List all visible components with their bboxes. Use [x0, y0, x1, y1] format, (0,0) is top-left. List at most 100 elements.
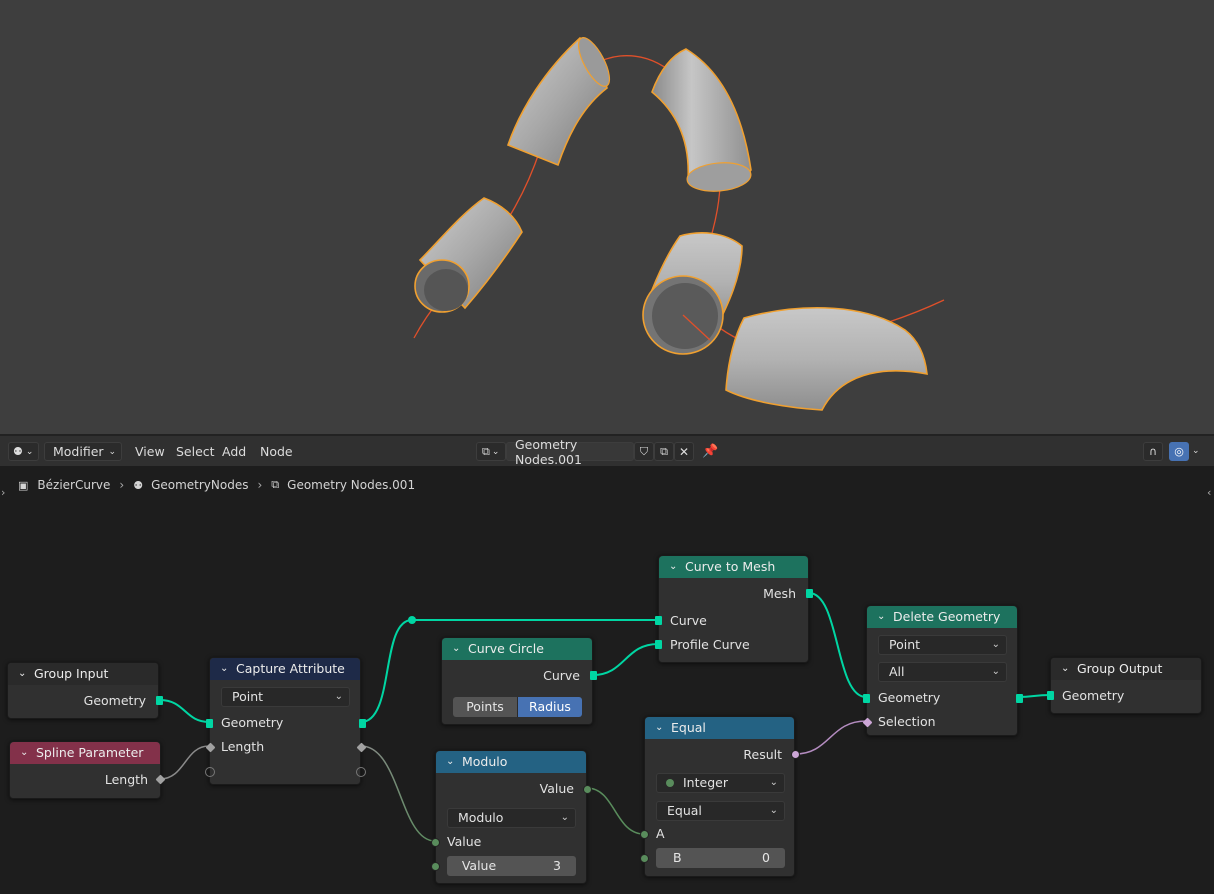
input-b-socket[interactable] [640, 854, 649, 863]
collapse-chevron-icon[interactable]: ⌄ [220, 658, 229, 680]
node-header[interactable]: ⌄ Curve Circle [442, 638, 592, 660]
node-links [159, 592, 1051, 842]
unlink-tree-button[interactable]: ✕ [674, 442, 694, 461]
collapse-chevron-icon[interactable]: ⌄ [655, 717, 664, 739]
length-label: Length [221, 739, 265, 754]
node-group-output[interactable]: ⌄ Group Output Geometry [1047, 657, 1202, 714]
menu-select[interactable]: Select [176, 442, 215, 461]
node-capture-attribute[interactable]: ⌄ Capture Attribute Point ⌄ Geometry Len… [205, 657, 367, 785]
output-geometry-socket[interactable] [1016, 694, 1023, 703]
mode-toggle[interactable]: Points Radius [453, 697, 582, 717]
link-circle-profile [592, 643, 659, 676]
node-header[interactable]: ⌄ Group Input [8, 663, 158, 685]
pin-icon[interactable]: 📌 [702, 442, 718, 461]
output-result-socket[interactable] [791, 750, 800, 759]
geometry-label: Geometry [221, 715, 284, 730]
output-mesh-socket[interactable] [806, 589, 813, 598]
divisor-value-field[interactable]: Value 3 [447, 856, 576, 876]
mode-points-button[interactable]: Points [453, 697, 518, 717]
collapse-chevron-icon[interactable]: ⌄ [446, 751, 455, 773]
input-a-socket[interactable] [640, 830, 649, 839]
snap-toggle[interactable]: ∩ [1143, 442, 1163, 461]
node-group-input[interactable]: ⌄ Group Input Geometry [7, 662, 163, 719]
input-profile-curve-socket[interactable] [655, 640, 662, 649]
node-title: Curve to Mesh [685, 559, 776, 574]
node-curve-to-mesh[interactable]: ⌄ Curve to Mesh Mesh Curve Profile Curve [655, 555, 813, 663]
operation-value: Modulo [458, 810, 504, 825]
comparison-operation-select[interactable]: Equal ⌄ [656, 801, 785, 821]
input-profile-curve-label: Profile Curve [670, 637, 750, 652]
node-spline-parameter[interactable]: ⌄ Spline Parameter Length [9, 741, 166, 799]
3d-viewport[interactable] [0, 0, 1214, 436]
node-tree-name-field[interactable]: Geometry Nodes.001 [506, 437, 634, 467]
node-header[interactable]: ⌄ Group Output [1051, 658, 1201, 680]
input-divisor-socket[interactable] [431, 862, 440, 871]
mode-radius-button[interactable]: Radius [518, 697, 582, 717]
node-header[interactable]: ⌄ Delete Geometry [867, 606, 1017, 628]
collapse-chevron-icon[interactable]: ⌄ [20, 742, 29, 764]
node-header[interactable]: ⌄ Spline Parameter [10, 742, 160, 764]
overlay-dropdown-chevron-icon[interactable]: ⌄ [1192, 442, 1200, 461]
node-header[interactable]: ⌄ Curve to Mesh [659, 556, 808, 578]
chevron-down-icon: ⌄ [491, 446, 500, 457]
operation-select[interactable]: Modulo ⌄ [447, 808, 576, 828]
output-geometry-socket[interactable] [359, 719, 366, 728]
b-value-field[interactable]: B 0 [656, 848, 785, 868]
fake-user-button[interactable]: ⛉ [634, 442, 654, 461]
node-equal[interactable]: ⌄ Equal Result Integer ⌄ Equal ⌄ A B 0 [640, 716, 800, 877]
tube-segment-5 [725, 307, 928, 411]
collapse-chevron-icon[interactable]: ⌄ [1061, 658, 1070, 680]
data-type-value: Integer [683, 775, 728, 790]
domain-select[interactable]: Point ⌄ [878, 635, 1007, 655]
duplicate-tree-button[interactable]: ⧉ [654, 442, 674, 461]
input-curve-socket[interactable] [655, 616, 662, 625]
data-type-select[interactable]: Integer ⌄ [656, 773, 785, 793]
collapse-chevron-icon[interactable]: ⌄ [669, 556, 678, 578]
input-value-socket[interactable] [431, 838, 440, 847]
integer-type-icon [666, 779, 674, 787]
output-geometry-socket[interactable] [156, 696, 163, 705]
node-editor-canvas[interactable]: ▣ BézierCurve › ⚉ GeometryNodes › ⧉ Geom… [0, 466, 1214, 894]
delete-mode-select[interactable]: All ⌄ [878, 662, 1007, 682]
link-geometry-capture [159, 699, 210, 723]
chevron-down-icon: ⌄ [334, 691, 343, 702]
input-geometry-label: Geometry [1062, 688, 1125, 703]
link-modulo-equal [586, 787, 645, 835]
collapse-chevron-icon[interactable]: ⌄ [452, 638, 461, 660]
menu-node[interactable]: Node [260, 442, 293, 461]
input-curve-label: Curve [670, 613, 707, 628]
input-geometry-socket[interactable] [1047, 691, 1054, 700]
collapse-chevron-icon[interactable]: ⌄ [18, 663, 27, 685]
chevron-down-icon: ⌄ [769, 805, 778, 816]
chevron-down-icon: ⌄ [991, 639, 1000, 650]
editor-mode-select[interactable]: Modifier ⌄ [44, 442, 122, 461]
menu-view[interactable]: View [135, 442, 165, 461]
output-value-socket[interactable] [583, 785, 592, 794]
output-length-label: Length [104, 772, 148, 787]
node-header[interactable]: ⌄ Modulo [436, 751, 586, 773]
overlay-toggle[interactable]: ◎ [1169, 442, 1189, 461]
input-empty-socket[interactable] [205, 767, 215, 777]
output-geometry-label: Geometry [83, 693, 146, 708]
node-header[interactable]: ⌄ Equal [645, 717, 794, 739]
input-geometry-socket[interactable] [206, 719, 213, 728]
domain-select[interactable]: Point ⌄ [221, 687, 350, 707]
node-modulo[interactable]: ⌄ Modulo Value Modulo ⌄ Value Value 3 [431, 750, 592, 884]
input-selection-label: Selection [878, 714, 936, 729]
chevron-down-icon: ⌄ [25, 446, 34, 457]
node-curve-circle[interactable]: ⌄ Curve Circle Curve Points Radius [441, 637, 597, 725]
mode-value: All [889, 664, 905, 679]
field-label: Value [461, 858, 497, 873]
node-delete-geometry[interactable]: ⌄ Delete Geometry Point ⌄ All ⌄ Geometry… [862, 605, 1023, 736]
collapse-chevron-icon[interactable]: ⌄ [877, 606, 886, 628]
menu-add[interactable]: Add [222, 442, 246, 461]
node-tree-browse-button[interactable]: ⧉ ⌄ [476, 442, 506, 461]
node-editor-header: ⚉ ⌄ Modifier ⌄ View Select Add Node ⧉ ⌄ … [0, 436, 1214, 467]
editor-mode-label: Modifier [53, 444, 104, 459]
input-geometry-socket[interactable] [863, 694, 870, 703]
output-empty-socket[interactable] [356, 767, 366, 777]
tube-segment-3 [414, 197, 523, 313]
editor-type-dropdown[interactable]: ⚉ ⌄ [8, 442, 39, 461]
output-curve-socket[interactable] [590, 671, 597, 680]
node-header[interactable]: ⌄ Capture Attribute [210, 658, 360, 680]
